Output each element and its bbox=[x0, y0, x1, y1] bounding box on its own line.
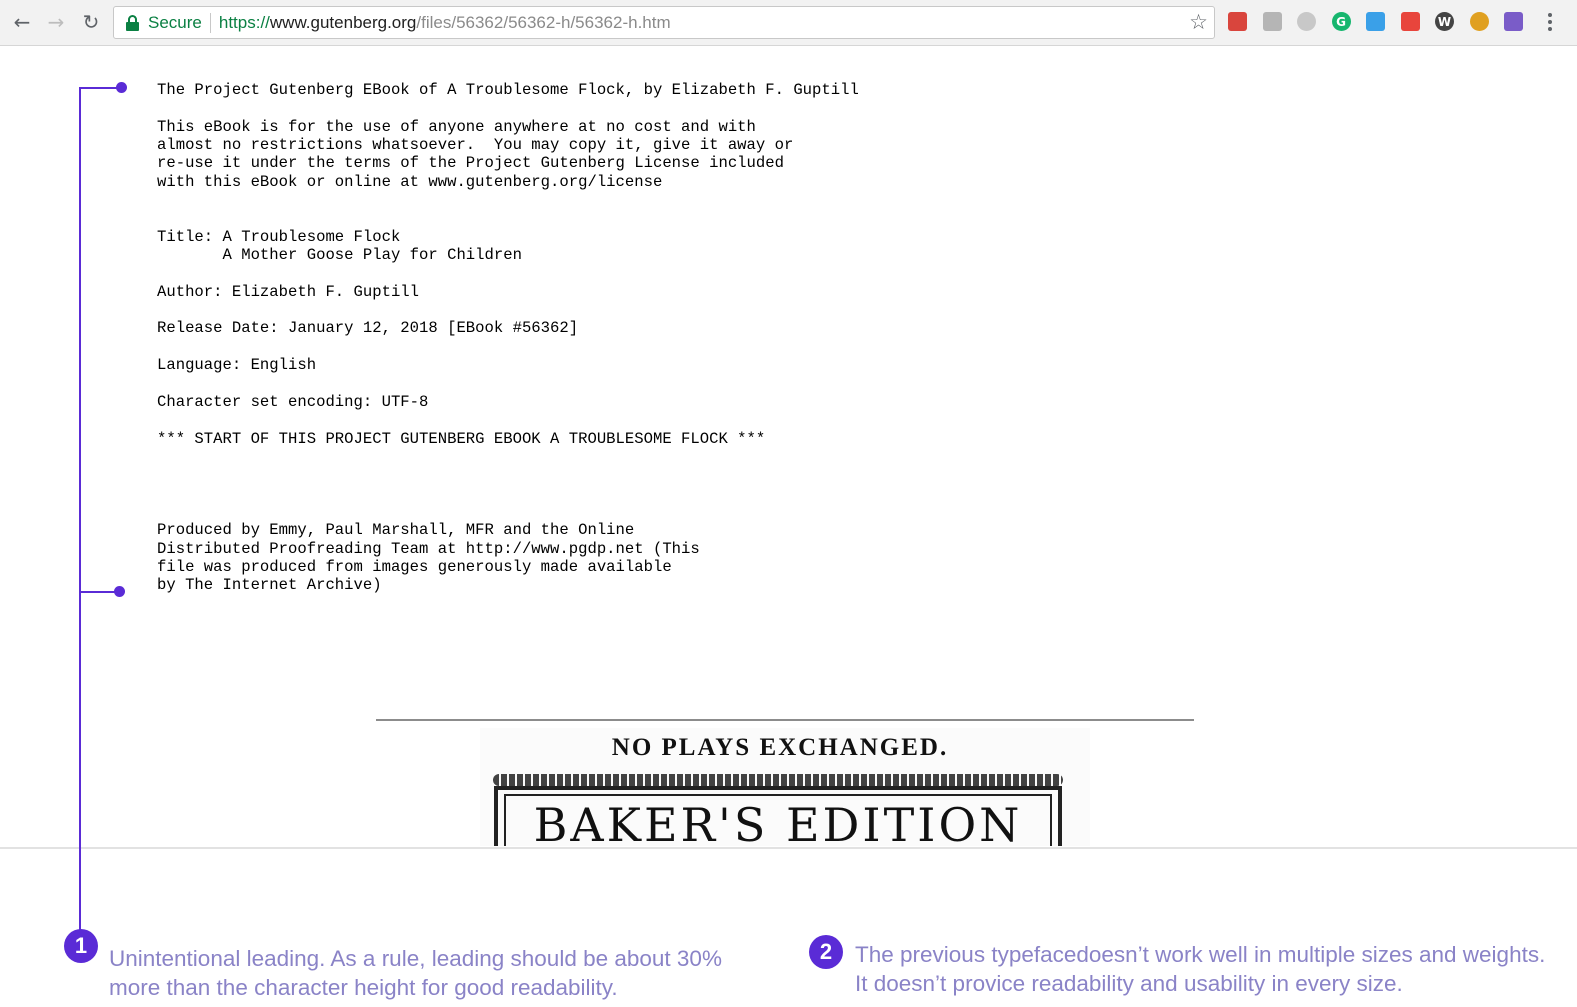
book-cover-image: NO PLAYS EXCHANGED. BAKER'S EDITION bbox=[480, 728, 1090, 846]
bracket-top-tick bbox=[79, 87, 119, 89]
bracket-bottom-tick bbox=[79, 591, 119, 593]
bracket-top-dot bbox=[116, 82, 127, 93]
back-arrow-icon[interactable]: ← bbox=[8, 8, 36, 36]
title-text: Title: A Troublesome Flock A Mother Goos… bbox=[157, 227, 522, 265]
bracket-vertical-line bbox=[79, 87, 81, 938]
bookmark-red-icon[interactable] bbox=[1228, 12, 1247, 31]
color-wheel-icon[interactable] bbox=[1469, 12, 1489, 31]
wordpress-icon[interactable]: W bbox=[1435, 12, 1454, 31]
dropper-icon[interactable] bbox=[1504, 12, 1523, 31]
license-text: This eBook is for the use of anyone anyw… bbox=[157, 117, 794, 191]
drive-icon[interactable] bbox=[1297, 12, 1316, 31]
reload-icon[interactable]: ↻ bbox=[77, 8, 105, 36]
ebook-preamble: The Project Gutenberg EBook of A Trouble… bbox=[157, 81, 859, 595]
secure-label: Secure bbox=[148, 12, 202, 32]
notes-icon[interactable] bbox=[1366, 12, 1385, 31]
horizontal-rule bbox=[376, 719, 1194, 721]
lock-icon bbox=[124, 13, 142, 33]
color-check-icon[interactable] bbox=[1400, 12, 1420, 31]
no-plays-heading: NO PLAYS EXCHANGED. bbox=[611, 734, 949, 761]
bracket-bottom-dot bbox=[114, 586, 125, 597]
url-text[interactable]: https://www.gutenberg.org/files/56362/56… bbox=[219, 13, 671, 33]
language-text: Language: English bbox=[157, 356, 317, 375]
annotation-badge-2: 2 bbox=[809, 935, 843, 969]
release-date-text: Release Date: January 12, 2018 [EBook #5… bbox=[157, 319, 579, 338]
forward-arrow-icon[interactable]: → bbox=[42, 8, 70, 36]
ornamental-chain-border bbox=[493, 774, 1063, 786]
bookmark-star-icon[interactable]: ☆ bbox=[1189, 10, 1208, 34]
url-path: /files/56362/56362-h/56362-h.htm bbox=[416, 12, 671, 32]
annotation-badge-1: 1 bbox=[64, 929, 98, 963]
grammarly-icon[interactable]: G bbox=[1331, 12, 1351, 31]
annotation-note-2: The previous typefacedoesn’t work well i… bbox=[855, 942, 1546, 996]
url-host: www.gutenberg.org bbox=[269, 12, 417, 32]
url-scheme: https:// bbox=[218, 12, 270, 32]
author-text: Author: Elizabeth F. Guptill bbox=[157, 282, 420, 301]
produced-by-text: Produced by Emmy, Paul Marshall, MFR and… bbox=[157, 521, 700, 595]
encoding-text: Character set encoding: UTF-8 bbox=[157, 392, 429, 411]
ebook-header: The Project Gutenberg EBook of A Trouble… bbox=[157, 81, 859, 99]
omnibox-separator bbox=[209, 12, 211, 33]
bakers-edition-title: BAKER'S EDITION bbox=[533, 798, 1023, 846]
grey-folder-icon[interactable] bbox=[1262, 12, 1282, 31]
browser-menu-icon[interactable] bbox=[1543, 8, 1557, 36]
address-bar[interactable]: Secure https://www.gutenberg.org/files/5… bbox=[113, 6, 1215, 39]
browser-toolbar: ← → ↻ Secure https://www.gutenberg.org/f… bbox=[0, 0, 1577, 46]
start-marker-text: *** START OF THIS PROJECT GUTENBERG EBOO… bbox=[157, 429, 766, 448]
section-divider bbox=[0, 847, 1577, 849]
annotation-note-1: Unintentional leading. As a rule, leadin… bbox=[109, 946, 722, 1000]
